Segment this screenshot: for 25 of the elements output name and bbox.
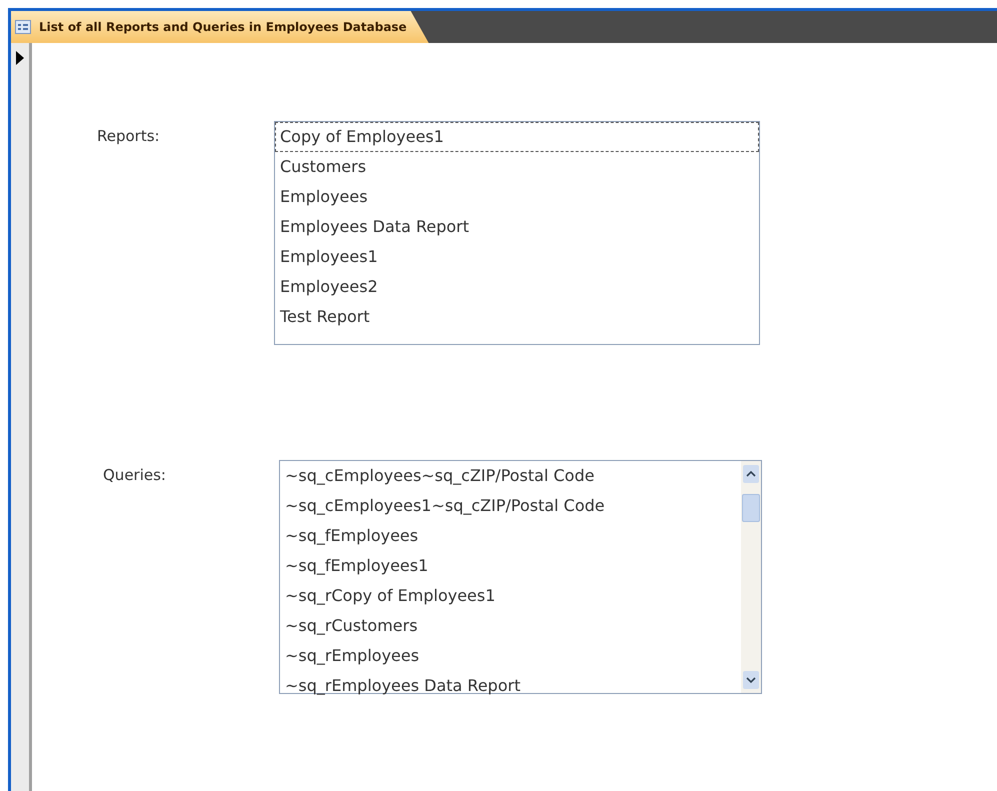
list-item[interactable]: ~sq_rCustomers xyxy=(280,611,741,641)
scroll-up-icon[interactable] xyxy=(743,465,759,483)
current-record-icon xyxy=(16,51,24,65)
list-item[interactable]: Employees1 xyxy=(275,242,759,272)
form-tab[interactable]: List of all Reports and Queries in Employees Database xyxy=(11,11,429,43)
list-box[interactable]: Copy of Employees1 Customers Employees Employees Data Report Employees1 Employees2 Test Report xyxy=(274,121,760,345)
list-item[interactable]: ~sq_fEmployees1 xyxy=(280,551,741,581)
scroll-thumb[interactable] xyxy=(742,494,760,522)
list-item[interactable]: ~sq_rCopy of Employees1 xyxy=(280,581,741,611)
list-item[interactable]: Test Report xyxy=(275,302,759,332)
list-item[interactable]: Employees xyxy=(275,182,759,212)
form-icon xyxy=(15,20,31,34)
list-item[interactable]: ~sq_cEmployees~sq_cZIP/Postal Code xyxy=(280,461,741,491)
list-item[interactable]: ~sq_cEmployees1~sq_cZIP/Postal Code xyxy=(280,491,741,521)
scrollbar[interactable] xyxy=(741,461,761,693)
scroll-down-icon[interactable] xyxy=(743,671,759,689)
list-item[interactable]: Copy of Employees1 xyxy=(275,122,759,152)
field-label: Queries: xyxy=(102,465,167,484)
list-box[interactable]: ~sq_cEmployees~sq_cZIP/Postal Code ~sq_cEmployees1~sq_cZIP/Postal Code ~sq_fEmployees ~sq_fEmployees1 ~sq_rCopy of Employees1 ~sq_rCustomers ~sq_rEmployees ~sq_rEmployees Data Report xyxy=(279,460,762,694)
list-item[interactable]: ~sq_rEmployees xyxy=(280,641,741,671)
list-item[interactable]: Employees Data Report xyxy=(275,212,759,242)
list-item[interactable]: Employees2 xyxy=(275,272,759,302)
list-item[interactable]: ~sq_fEmployees xyxy=(280,521,741,551)
list-item[interactable]: Customers xyxy=(275,152,759,182)
field-label: Reports: xyxy=(96,126,161,145)
